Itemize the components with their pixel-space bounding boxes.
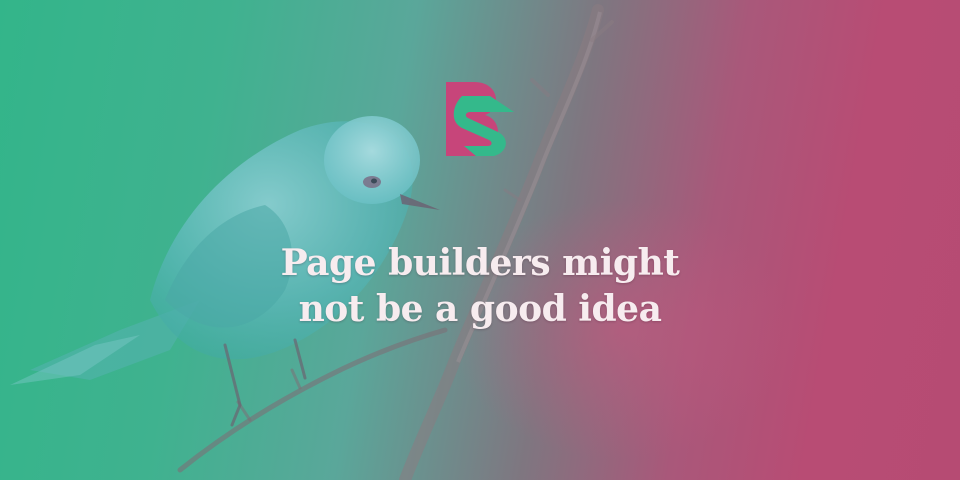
headline-line-1: Page builders might [280, 242, 680, 284]
headline-line-2: not be a good idea [298, 288, 662, 330]
brand-logo-icon [446, 82, 514, 156]
headline: Page builders might not be a good idea [0, 240, 960, 332]
hero-banner: Page builders might not be a good idea [0, 0, 960, 480]
